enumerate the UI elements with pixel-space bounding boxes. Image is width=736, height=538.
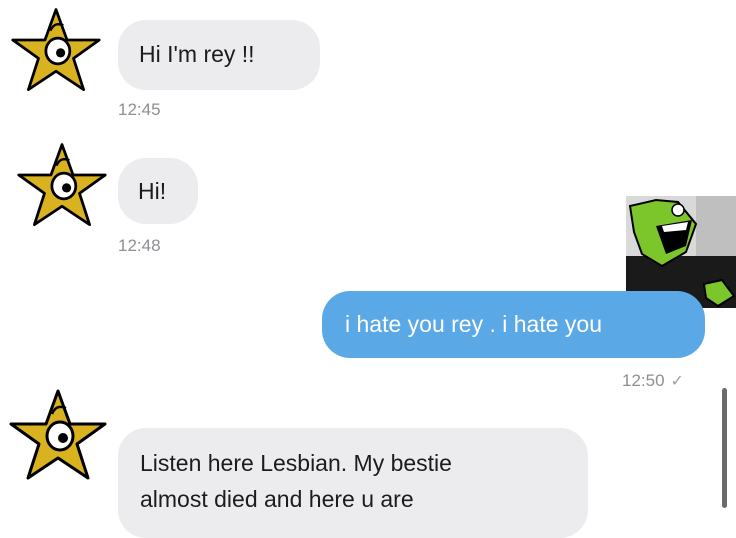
- scrollbar[interactable]: [722, 388, 727, 508]
- message-bubble-1[interactable]: Hi I'm rey !!: [118, 20, 320, 90]
- message-text-line-1: Listen here Lesbian. My bestie: [140, 450, 452, 476]
- star-avatar-icon: [11, 8, 101, 92]
- message-text: Hi!: [138, 178, 167, 204]
- star-avatar-icon: [9, 389, 107, 480]
- message-timestamp: 12:50: [622, 371, 665, 390]
- message-bubble-2[interactable]: Hi!: [118, 158, 198, 224]
- message-text: i hate you rey . i hate you: [345, 311, 602, 337]
- check-icon: ✓: [670, 373, 684, 390]
- message-text-line-2: almost died and here u are: [140, 486, 414, 512]
- star-avatar-icon: [17, 143, 107, 227]
- message-timestamp: 12:45: [118, 100, 161, 119]
- message-bubble-4[interactable]: Listen here Lesbian. My bestie almost di…: [118, 428, 588, 538]
- message-bubble-3[interactable]: i hate you rey . i hate you: [322, 291, 705, 358]
- message-timestamp-row: 12:50 ✓: [622, 371, 684, 391]
- message-timestamp: 12:48: [118, 236, 161, 255]
- message-text: Hi I'm rey !!: [139, 41, 255, 67]
